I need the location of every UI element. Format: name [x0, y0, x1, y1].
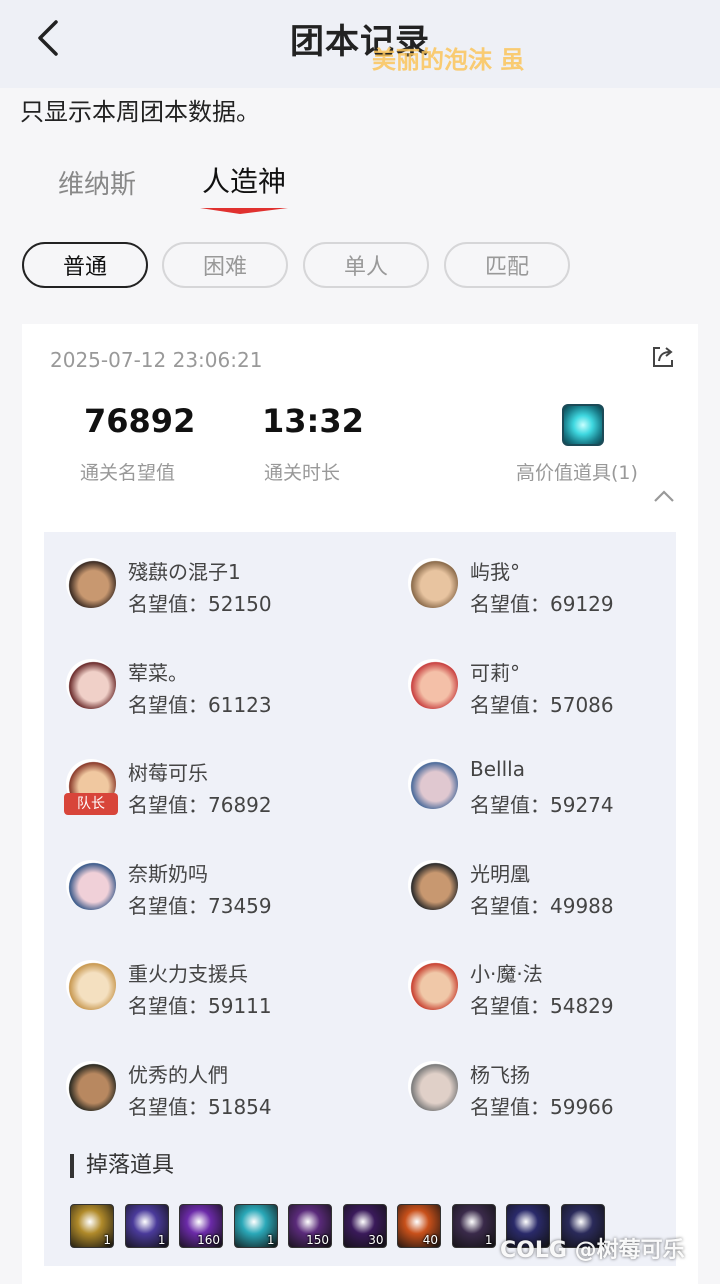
mode-match-button[interactable]: 匹配	[444, 242, 570, 288]
watermark: COLG @树莓可乐	[500, 1238, 685, 1263]
member-name: 奈斯奶吗	[128, 861, 208, 886]
drop-item-count: 160	[197, 1233, 220, 1247]
clear-duration-label: 通关时长	[264, 462, 341, 484]
drop-item-count: 1	[103, 1233, 111, 1247]
member-name: 殘蕻の混子1	[128, 560, 241, 584]
avatar	[408, 558, 458, 608]
drop-item-icon[interactable]: 30	[342, 1204, 387, 1248]
drop-item-icon[interactable]: 150	[288, 1204, 332, 1248]
member-name: 优秀的人們	[128, 1062, 228, 1087]
avatar	[408, 960, 458, 1010]
drop-item-count: 40	[422, 1233, 438, 1247]
difficulty-filter: 普通 困难 单人 匹配	[22, 242, 702, 290]
drop-item-count: 1	[484, 1233, 493, 1247]
member-renown: 名望值：52150	[128, 592, 272, 616]
tab-artificial-god[interactable]: 人造神	[202, 160, 286, 200]
party-member-card[interactable]: 光明凰名望值：49988	[408, 858, 708, 928]
member-renown: 名望值：73459	[128, 893, 272, 918]
avatar	[66, 960, 116, 1010]
party-member-card[interactable]: 重火力支援兵 名望值：59111	[66, 958, 366, 1028]
drop-item-count: 30	[368, 1233, 384, 1247]
member-renown: 名望值：61123	[128, 692, 272, 717]
drops-heading: 掉落道具	[70, 1154, 174, 1178]
clear-renown-label: 通关名望值	[80, 462, 176, 484]
avatar	[66, 658, 116, 709]
avatar	[408, 1060, 458, 1111]
page-title: 团本记录	[290, 22, 430, 62]
tab-venus[interactable]: 维纳斯	[58, 164, 136, 201]
member-name: 可莉°	[470, 660, 520, 685]
party-members-panel: 殘蕻の混子1 名望值：52150 屿我° 名望值：69129 荤菜。名望值：61123 可…	[44, 532, 676, 1266]
party-member-card[interactable]: 杨飞扬名望值：59966	[408, 1059, 708, 1129]
member-name: 杨飞扬	[470, 1062, 530, 1087]
chevron-up-icon[interactable]	[652, 488, 676, 504]
member-name: Bellla	[470, 757, 525, 781]
member-name: 屿我°	[470, 560, 520, 584]
clear-duration-value: 13:32	[262, 402, 364, 440]
party-member-card[interactable]: 奈斯奶吗名望值：73459	[66, 858, 366, 928]
raid-tabs: 维纳斯 人造神	[0, 158, 720, 218]
drop-item-icon[interactable]: 1	[451, 1204, 496, 1248]
party-member-card[interactable]: Bellla 名望值：59274	[408, 757, 708, 827]
high-value-item-label: 高价值道具(1)	[516, 462, 638, 484]
drop-item-count: 1	[266, 1233, 275, 1247]
party-member-card[interactable]: 荤菜。名望值：61123	[66, 657, 366, 727]
avatar	[408, 759, 458, 809]
member-renown: 名望值：59274	[470, 793, 614, 817]
member-name: 荤菜。	[128, 660, 188, 685]
drop-item-count: 150	[306, 1233, 329, 1247]
record-datetime: 2025-07-12 23:06:21	[50, 348, 263, 372]
member-renown: 名望值：57086	[470, 692, 614, 717]
member-name: 重火力支援兵	[128, 962, 248, 986]
avatar	[66, 859, 116, 910]
party-member-card[interactable]: 小·魔·法名望值：54829	[408, 958, 708, 1028]
drop-item-icon[interactable]: 1	[124, 1204, 169, 1248]
top-bar: 团本记录 美丽的泡沫 虽	[0, 0, 720, 88]
leader-badge: 队长	[64, 793, 118, 815]
avatar	[66, 1060, 116, 1111]
party-member-card[interactable]: 队长 树莓可乐名望值：76892	[64, 757, 366, 827]
mode-solo-button[interactable]: 单人	[303, 242, 429, 288]
member-name: 小·魔·法	[470, 962, 543, 986]
member-name: 光明凰	[470, 861, 530, 886]
drop-item-icon[interactable]: 40	[397, 1204, 441, 1248]
party-member-card[interactable]: 殘蕻の混子1 名望值：52150	[66, 556, 366, 626]
high-value-item-icon[interactable]	[562, 404, 604, 446]
mode-normal-button[interactable]: 普通	[22, 242, 148, 288]
party-member-card[interactable]: 可莉° 名望值：57086	[408, 657, 708, 727]
member-name: 树莓可乐	[128, 761, 208, 785]
party-member-card[interactable]: 优秀的人們名望值：51854	[66, 1059, 366, 1129]
raid-record-card: 2025-07-12 23:06:21 76892 通关名望值 13:32 通关…	[22, 324, 698, 1284]
member-renown: 名望值：59111	[128, 994, 272, 1018]
avatar	[408, 658, 458, 709]
drop-item-icon[interactable]: 1	[233, 1204, 278, 1248]
active-tab-indicator	[200, 208, 288, 214]
danmaku-text: 美丽的泡沫 虽	[372, 46, 525, 74]
drop-item-count: 1	[157, 1233, 166, 1247]
share-icon[interactable]	[650, 344, 676, 370]
avatar	[66, 558, 116, 608]
drop-item-icon[interactable]: 160	[179, 1204, 223, 1248]
party-member-card[interactable]: 屿我° 名望值：69129	[408, 556, 708, 626]
member-renown: 名望值：51854	[128, 1094, 272, 1119]
member-renown: 名望值：49988	[470, 893, 614, 918]
clear-renown-value: 76892	[84, 402, 196, 440]
member-renown: 名望值：69129	[470, 592, 614, 616]
avatar	[408, 859, 458, 910]
drop-item-icon[interactable]: 1	[70, 1204, 114, 1248]
weekly-notice: 只显示本周团本数据。	[20, 98, 260, 126]
mode-hard-button[interactable]: 困难	[162, 242, 288, 288]
member-renown: 名望值：76892	[128, 793, 272, 817]
member-renown: 名望值：59966	[470, 1094, 614, 1119]
member-renown: 名望值：54829	[470, 994, 614, 1018]
